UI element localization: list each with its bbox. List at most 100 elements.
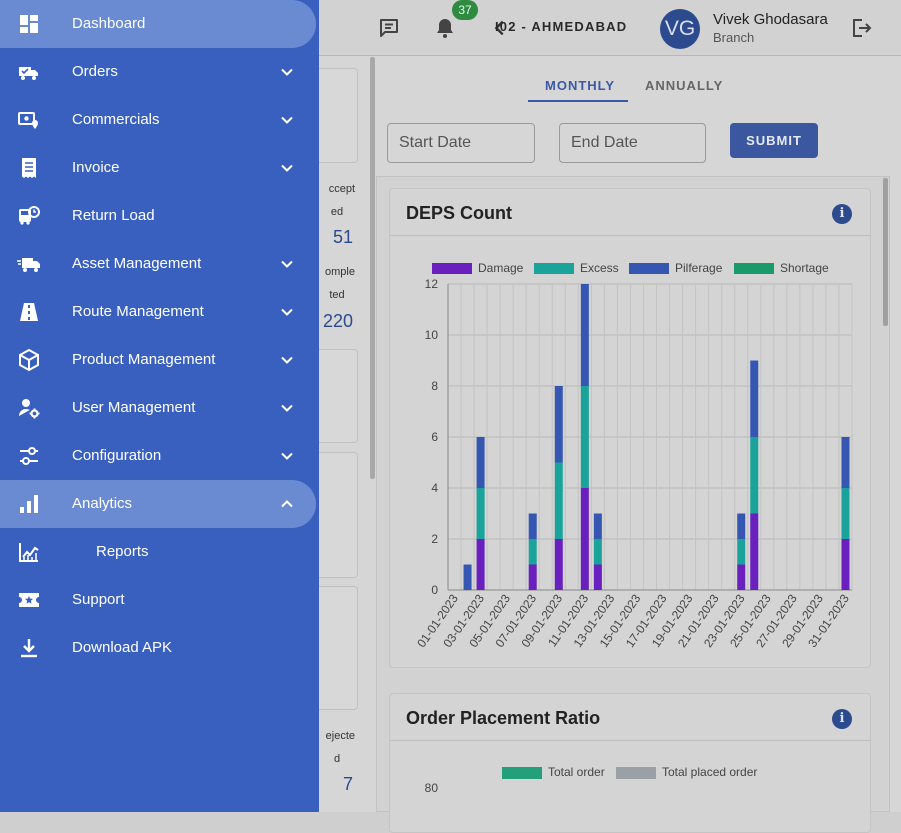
start-date-field[interactable]: Start Date	[387, 123, 535, 163]
avatar[interactable]: VG	[660, 9, 700, 49]
chat-icon[interactable]	[377, 16, 401, 40]
download-icon	[21, 639, 37, 658]
sidebar-item-commercials[interactable]: Commercials	[0, 96, 316, 144]
sidebar-item-user-management[interactable]: User Management	[0, 384, 316, 432]
bar-segment	[580, 488, 589, 590]
scrollbar[interactable]	[883, 178, 888, 326]
legend-label: Pilferage	[675, 261, 723, 275]
info-icon[interactable]: i	[832, 204, 852, 224]
bar-segment	[476, 437, 485, 488]
box-icon	[19, 348, 39, 372]
sidebar-item-label: Route Management	[72, 303, 204, 320]
sidebar-item-asset-management[interactable]: Asset Management	[0, 240, 316, 288]
tab-monthly[interactable]: MONTHLY	[545, 78, 615, 93]
ticket-star-icon	[19, 593, 39, 607]
bar-segment	[476, 539, 485, 590]
sidebar: Dashboard Orders Commercials Invoice Return …	[0, 0, 319, 812]
tab-annually[interactable]: ANNUALLY	[645, 78, 723, 93]
stat-value: 220	[322, 311, 353, 331]
deps-count-chart: Damage Excess Pilferage Shortage02468101201…	[414, 261, 853, 650]
bar-segment	[750, 360, 759, 437]
sidebar-item-support[interactable]: Support	[0, 576, 316, 624]
sidebar-item-route-management[interactable]: Route Management	[0, 288, 316, 336]
user-name: Vivek Ghodasara	[713, 11, 828, 28]
sidebar-item-label: Analytics	[72, 495, 133, 512]
sidebar-item-return-load[interactable]: Return Load	[0, 192, 316, 240]
chevron-down-icon[interactable]	[279, 64, 295, 80]
logout-icon[interactable]	[849, 16, 873, 40]
line-chart-icon	[19, 543, 39, 562]
stat-value: 7	[342, 774, 353, 794]
sidebar-item-label: Dashboard	[72, 15, 146, 32]
end-date-field[interactable]: End Date	[559, 123, 706, 163]
bar-segment	[593, 513, 602, 539]
bar-segment	[737, 513, 746, 539]
bar-segment	[593, 539, 602, 565]
legend-label: Excess	[580, 261, 619, 275]
legend-swatch	[629, 263, 669, 274]
submit-button[interactable]: SUBMIT	[730, 123, 818, 158]
stat-label: ed	[330, 206, 344, 218]
legend-swatch	[534, 263, 574, 274]
sidebar-item-label: Return Load	[72, 207, 155, 224]
chevron-down-icon[interactable]	[279, 352, 295, 368]
chevron-up-icon[interactable]	[279, 496, 295, 512]
scrollbar[interactable]	[370, 57, 375, 479]
stat-card	[316, 586, 358, 710]
sidebar-item-label: Invoice	[72, 159, 120, 176]
card-title: DEPS Count	[406, 203, 512, 223]
branch-selector[interactable]: I02 - AHMEDABAD	[495, 19, 627, 34]
info-icon[interactable]: i	[832, 709, 852, 729]
order-placement-ratio-card: Order Placement Ratio i Total order Tota…	[389, 693, 871, 833]
sidebar-item-orders[interactable]: Orders	[0, 48, 316, 96]
receipt-icon	[22, 158, 36, 178]
chevron-down-icon[interactable]	[279, 256, 295, 272]
y-tick-label: 4	[431, 481, 438, 495]
stat-label: ted	[329, 289, 345, 301]
divider	[390, 740, 870, 741]
legend-label: Shortage	[780, 261, 829, 275]
legend-label: Damage	[478, 261, 524, 275]
sidebar-item-label: Reports	[96, 543, 149, 560]
sidebar-item-label: Orders	[72, 63, 118, 80]
legend-swatch	[502, 767, 542, 779]
card-title: Order Placement Ratio	[406, 708, 601, 728]
sidebar-item-product-management[interactable]: Product Management	[0, 336, 316, 384]
y-tick-label: 12	[425, 277, 439, 291]
dashboard-icon	[20, 15, 38, 33]
chevron-down-icon[interactable]	[279, 448, 295, 464]
bar-segment	[580, 386, 589, 488]
bar-segment	[554, 539, 563, 590]
bar-segment	[528, 564, 537, 590]
chevron-down-icon[interactable]	[279, 160, 295, 176]
sidebar-item-dashboard[interactable]: Dashboard	[0, 0, 316, 48]
sidebar-item-invoice[interactable]: Invoice	[0, 144, 316, 192]
bar-segment	[554, 462, 563, 539]
tab-indicator	[528, 100, 628, 102]
stat-label: omple	[325, 266, 355, 278]
y-tick-label: 2	[431, 532, 438, 546]
deps-count-card: DEPS Count i Damage Excess Pilferage Shorta…	[389, 188, 871, 668]
y-tick-label: 8	[431, 379, 438, 393]
stat-card	[316, 452, 358, 578]
sidebar-item-reports[interactable]: Reports	[0, 528, 316, 576]
sidebar-item-download-apk[interactable]: Download APK	[0, 624, 316, 672]
legend-swatch	[734, 263, 774, 274]
sidebar-item-configuration[interactable]: Configuration	[0, 432, 316, 480]
sidebar-item-label: Commercials	[72, 111, 160, 128]
sidebar-item-label: Download APK	[72, 639, 173, 656]
chevron-down-icon[interactable]	[279, 400, 295, 416]
bar-chart-icon	[20, 495, 38, 513]
chevron-down-icon[interactable]	[279, 112, 295, 128]
y-tick-label: 6	[431, 430, 438, 444]
y-tick-label: 80	[424, 781, 438, 795]
stat-card	[316, 349, 358, 443]
user-role: Branch	[713, 30, 755, 45]
stat-value: 51	[332, 227, 353, 247]
bar-segment	[554, 386, 563, 463]
bell-icon[interactable]	[433, 16, 457, 40]
sidebar-item-label: User Management	[72, 399, 196, 416]
sliders-icon	[20, 447, 38, 465]
sidebar-item-analytics[interactable]: Analytics	[0, 480, 316, 528]
chevron-down-icon[interactable]	[279, 304, 295, 320]
